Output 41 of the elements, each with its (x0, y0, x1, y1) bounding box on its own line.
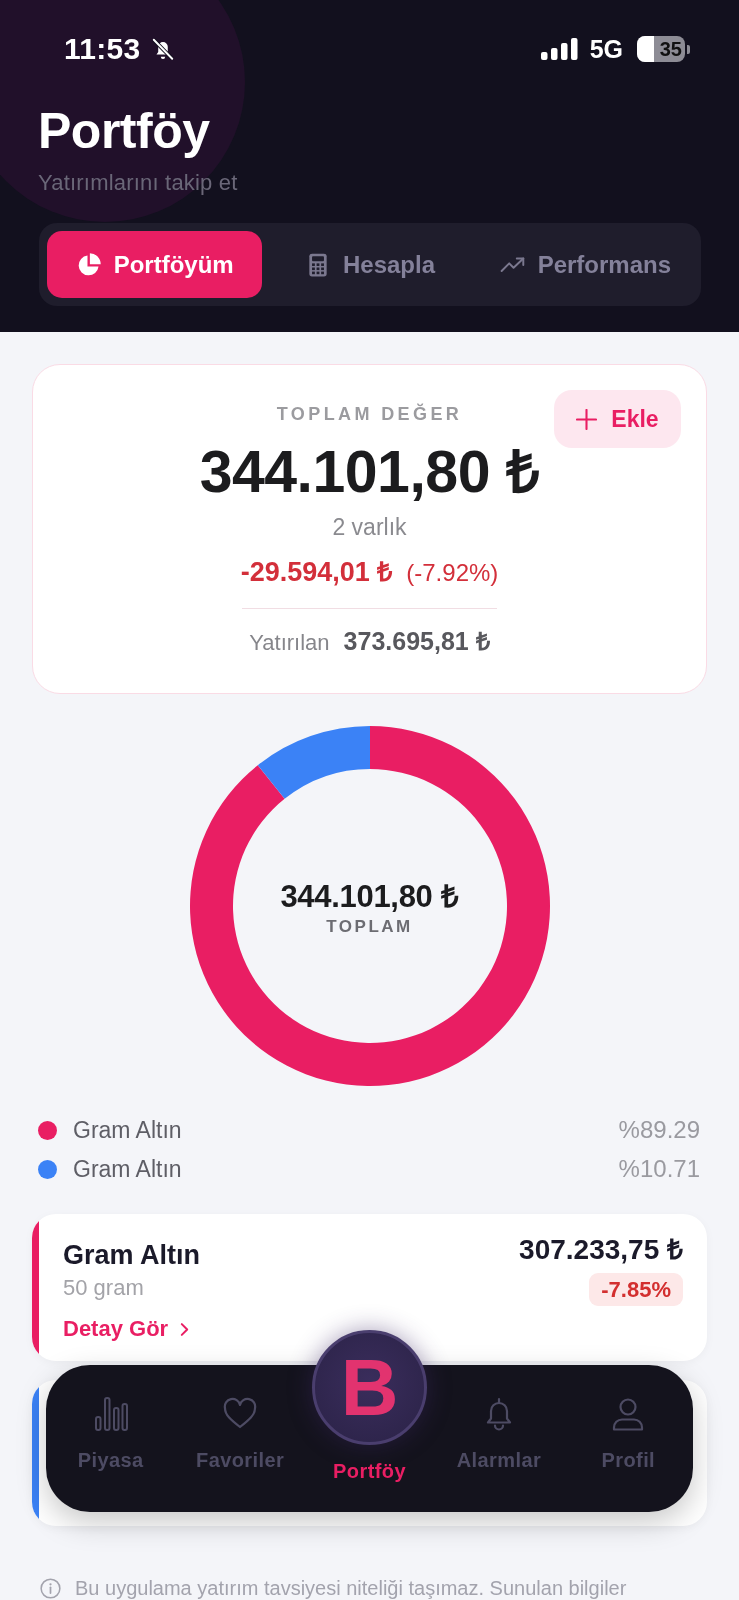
asset-name: Gram Altın (63, 1240, 201, 1270)
nav-item[interactable]: B Portföy (304, 1330, 435, 1483)
page-title: Portföy (38, 103, 210, 159)
nav-item[interactable]: Alarmlar (434, 1365, 564, 1472)
add-button[interactable]: Ekle (554, 390, 681, 448)
nav-item[interactable]: Piyasa (46, 1365, 176, 1472)
legend-percent: %10.71 (618, 1155, 700, 1183)
tab[interactable]: Performans (477, 231, 693, 298)
chevron-right-icon (180, 1321, 190, 1337)
detail-link[interactable]: Detay Gör (63, 1316, 190, 1342)
legend-label: Gram Altın (73, 1155, 182, 1183)
invested-value: 373.695,81 ₺ (343, 627, 490, 655)
change-badge: -7.85% (589, 1273, 683, 1306)
tab[interactable]: Portföyüm (47, 231, 263, 298)
app-logo: B (312, 1330, 427, 1445)
total-label: TOPLAM DEĞER (276, 403, 463, 425)
tab[interactable]: Hesapla (262, 231, 478, 298)
disclaimer-text: Bu uygulama yatırım tavsiyesi niteliği taşımaz. Sunulan bilgiler (75, 1577, 627, 1599)
network-label: 5G (589, 34, 623, 64)
page-subtitle: Yatırımlarını takip et (38, 170, 238, 196)
person-icon (611, 1397, 646, 1431)
change-amount: -29.594,01 ₺ (240, 557, 393, 587)
nav-item[interactable]: Profil (563, 1365, 694, 1472)
battery-level-text: 35 (659, 37, 682, 62)
bar-chart-icon (93, 1397, 128, 1431)
asset-amount: 50 gram (63, 1275, 144, 1301)
legend-percent: %89.29 (618, 1116, 700, 1144)
asset-count: 2 varlık (332, 514, 407, 540)
change-percent: (-7.92%) (406, 558, 499, 588)
plus-icon (576, 408, 598, 430)
heart-icon (223, 1397, 258, 1431)
info-icon (40, 1577, 61, 1599)
asset-value: 307.233,75 ₺ (519, 1235, 683, 1265)
chart-total-label: TOPLAM (326, 915, 413, 938)
chart-total-value: 344.101,80 ₺ (280, 878, 459, 915)
signal-icon (540, 38, 578, 60)
invested-label: Yatırılan (249, 629, 330, 657)
status-time: 11:53 (64, 32, 141, 66)
nav-item[interactable]: Favoriler (175, 1365, 305, 1472)
total-value: 344.101,80 ₺ (199, 441, 540, 503)
legend-label: Gram Altın (73, 1116, 182, 1144)
